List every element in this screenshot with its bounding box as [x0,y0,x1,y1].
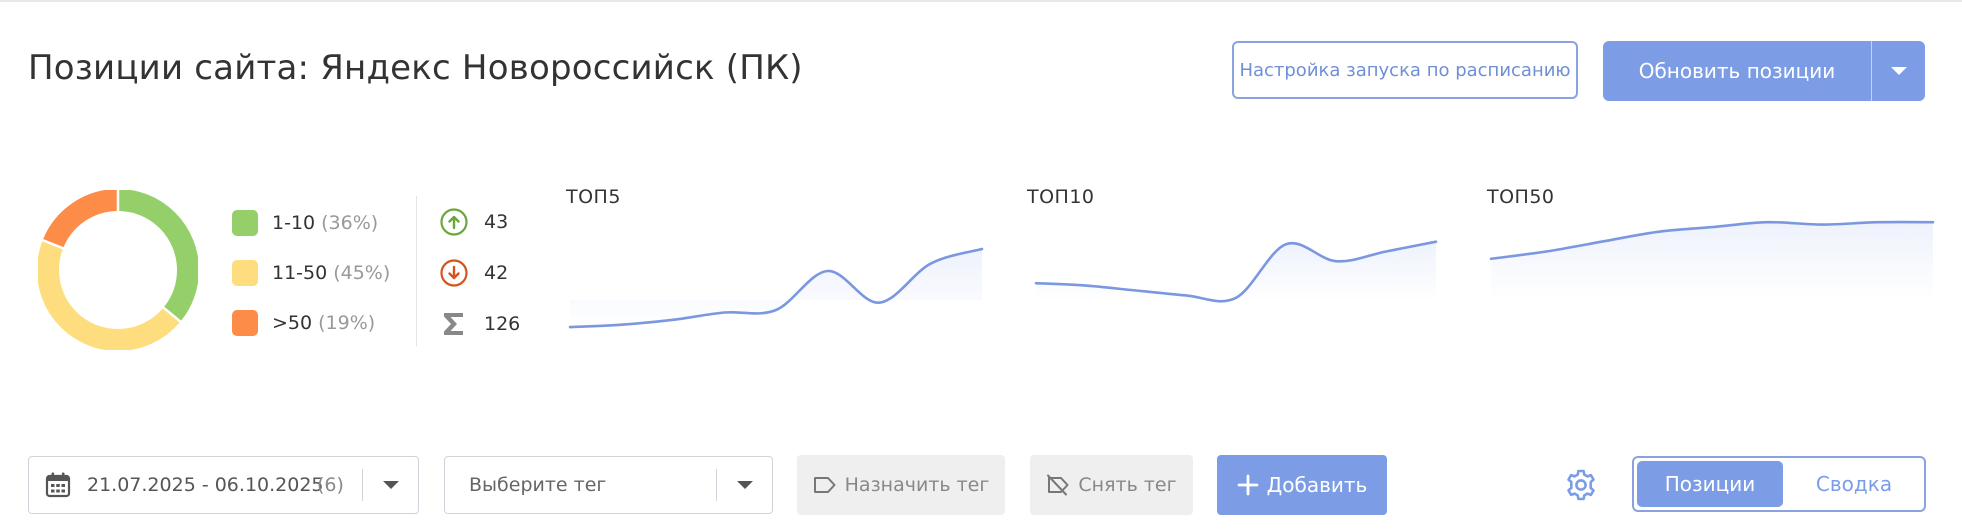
legend-label: 1-10 [272,212,316,234]
add-button[interactable]: Добавить [1217,455,1387,515]
positions-donut-chart [38,190,198,350]
stat-up: 43 [438,206,508,238]
remove-tag-label: Снять тег [1078,474,1177,496]
assign-tag-label: Назначить тег [844,474,990,496]
stat-down: 42 [438,257,508,289]
legend-item-beyond50: >50 (19%) [232,308,375,338]
plus-icon [1237,474,1259,496]
sparkline-area [1036,241,1436,302]
caret-shape [737,481,753,489]
chart-title-top10: ТОП10 [1027,186,1095,208]
sparkline-area [570,249,982,328]
legend-swatch [232,210,258,236]
caret-shape [383,481,399,489]
view-summary-button[interactable]: Сводка [1786,461,1922,507]
update-positions-button[interactable]: Обновить позиции [1603,41,1871,101]
arrow-down-circle-icon [438,257,470,289]
view-positions-button[interactable]: Позиции [1637,461,1783,507]
chevron-down-icon[interactable] [718,457,772,513]
schedule-button[interactable]: Настройка запуска по расписанию [1232,41,1578,99]
legend-item-top10: 1-10 (36%) [232,208,378,238]
chevron-down-icon[interactable] [364,457,418,513]
date-count: (6) [317,474,344,496]
remove-tag-button[interactable]: Снять тег [1030,455,1193,515]
gear-icon[interactable] [1564,468,1598,502]
arrow-up-circle-icon [438,206,470,238]
chart-title-top50: ТОП50 [1487,186,1555,208]
legend-swatch [232,260,258,286]
legend-item-top50: 11-50 (45%) [232,258,390,288]
page-title: Позиции сайта: Яндекс Новороссийск (ПК) [28,48,803,88]
assign-tag-button[interactable]: Назначить тег [797,455,1005,515]
sparkline-top10 [1034,240,1438,303]
tag-off-icon [1047,474,1069,496]
field-separator [362,469,363,501]
legend-swatch [232,310,258,336]
donut-segments [38,190,198,350]
chart-title-top5: ТОП5 [566,186,621,208]
top-border [0,0,1962,2]
legend-percent: (36%) [321,212,379,234]
stat-up-value: 43 [484,211,509,233]
sigma-icon [438,308,470,340]
date-range-value: 21.07.2025 - 06.10.2025 [87,474,324,496]
tag-select[interactable]: Выберите тег [444,456,773,514]
stat-total-value: 126 [484,313,521,335]
date-range-picker[interactable]: 21.07.2025 - 06.10.2025 (6) [28,456,419,514]
legend-percent: (19%) [318,312,376,334]
update-positions-button-group: Обновить позиции [1603,41,1925,101]
legend-label: >50 [272,312,313,334]
stat-total: 126 [438,308,520,340]
update-options-dropdown[interactable] [1872,41,1925,101]
chevron-down-icon [1890,67,1907,75]
sparkline-top50 [1489,220,1935,300]
sparkline-area [1491,222,1933,300]
stats-divider [416,196,417,346]
tag-icon [813,477,836,493]
add-label: Добавить [1266,473,1368,497]
legend-percent: (45%) [333,262,391,284]
calendar-icon [45,457,71,513]
view-toggle: Позиции Сводка [1632,456,1926,512]
sparkline-top5 [568,247,984,329]
stat-down-value: 42 [484,262,509,284]
field-separator [716,469,717,501]
tag-placeholder: Выберите тег [469,474,607,496]
legend-label: 11-50 [272,262,328,284]
